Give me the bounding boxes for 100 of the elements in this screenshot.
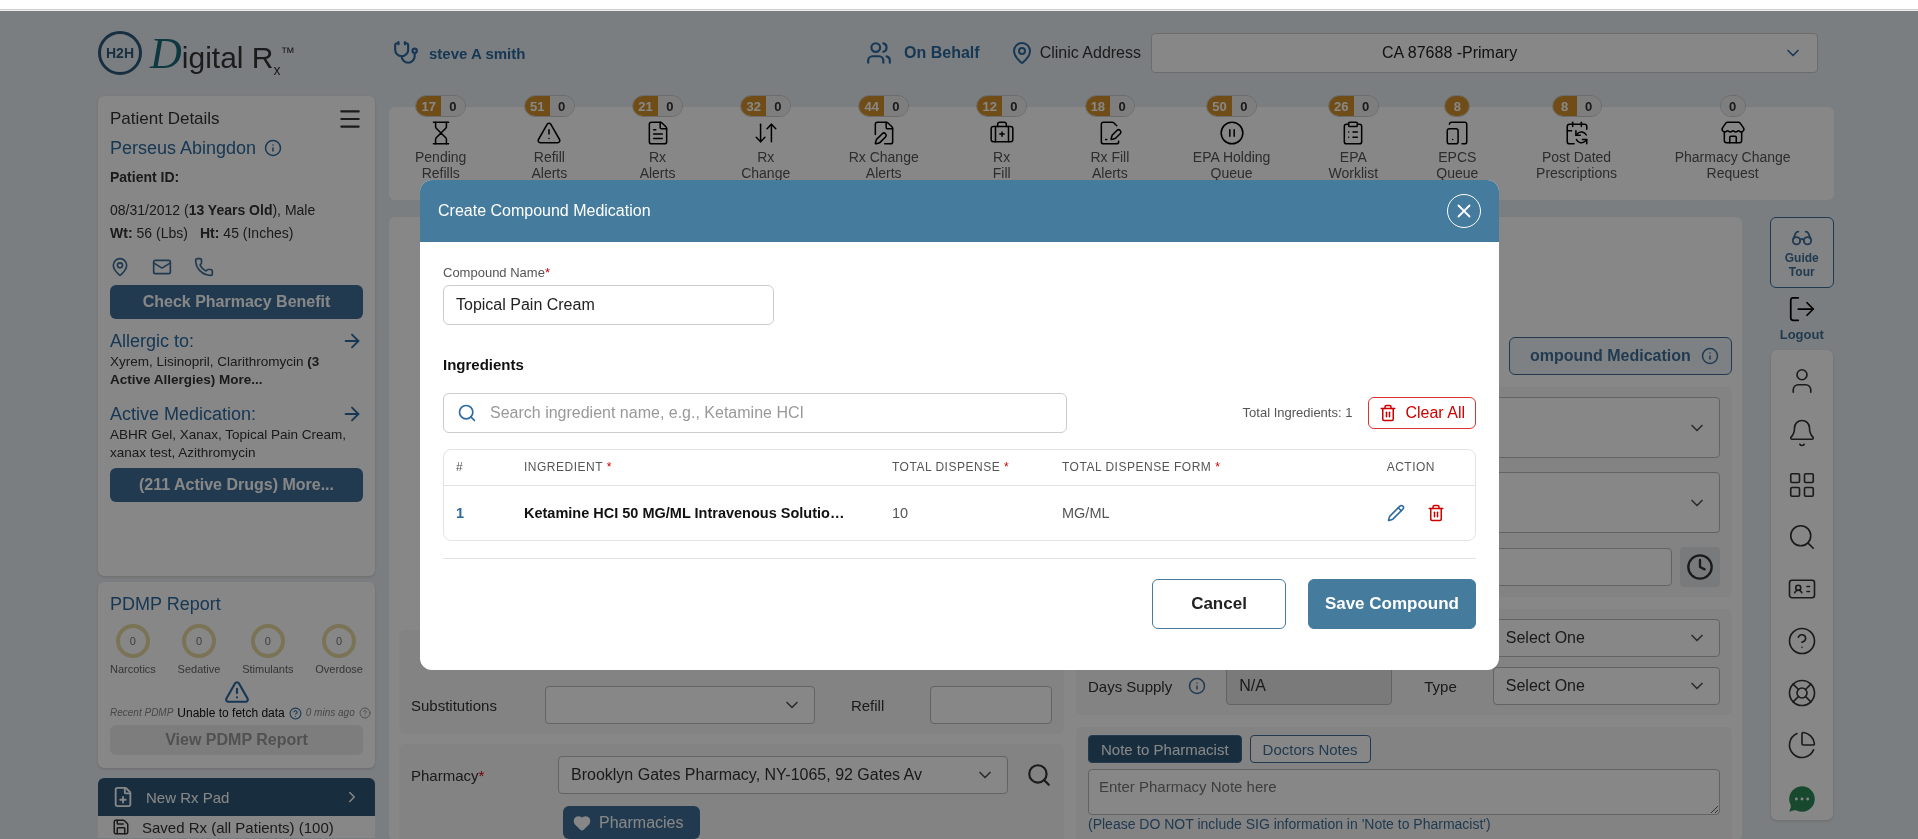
ingredient-search-field[interactable]: Search ingredient name, e.g., Ketamine HCI: [443, 392, 1067, 433]
info-icon: [1700, 347, 1719, 365]
help-icon[interactable]: [288, 706, 302, 720]
info-icon[interactable]: [1188, 677, 1207, 695]
patient-id-label: Patient ID:: [110, 168, 181, 188]
clinic-address-label: Clinic Address: [1039, 44, 1141, 62]
meter-ring: 0: [250, 624, 285, 659]
lifebuoy-icon[interactable]: [1786, 677, 1817, 708]
queue-item[interactable]: 18 0 Rx Fill Alerts: [1084, 95, 1136, 200]
meter-ring: 0: [182, 624, 216, 659]
queue-item[interactable]: 17 0 Pending Refills: [415, 95, 467, 200]
error-message: Unable to fetch data: [177, 705, 285, 722]
field-label: Substitutions: [411, 696, 498, 714]
compound-medication-button[interactable]: ompound Medication: [1508, 337, 1732, 375]
heart-icon: [573, 813, 591, 832]
clock-icon[interactable]: [1679, 547, 1720, 587]
search-icon[interactable]: [1026, 762, 1052, 788]
meter-ring: 0: [115, 624, 150, 659]
field-label: Compound Name*: [443, 264, 551, 282]
type-select[interactable]: Select One: [1492, 667, 1720, 705]
queue-item[interactable]: 50 0 EPA Holding Queue: [1192, 95, 1271, 200]
pharmacy-select[interactable]: Brooklyn Gates Pharmacy, NY-1065, 92 Gates Av: [558, 756, 1008, 794]
nav-item[interactable]: New Rx Pad: [98, 778, 375, 816]
calendar-icon: [1563, 120, 1590, 146]
queue-item[interactable]: 8 0 Post Dated Prescriptions: [1536, 95, 1617, 200]
trash-icon: [1379, 403, 1398, 422]
section-title: Ingredients: [443, 354, 525, 375]
height-value: 45 (Inches): [223, 224, 294, 243]
delete-button[interactable]: [1427, 503, 1445, 522]
phone-icon[interactable]: [194, 256, 214, 277]
check-benefit-button[interactable]: Check Pharmacy Benefit: [110, 284, 363, 319]
group-icon: [866, 40, 893, 66]
warning-icon: [223, 679, 250, 706]
info-icon[interactable]: [264, 139, 283, 158]
queue-item[interactable]: 8 EPCS Queue: [1436, 95, 1479, 200]
doctor-icon: [393, 40, 419, 66]
ingredient-total: Total Ingredients: 1: [1242, 404, 1353, 422]
pencil-icon: [1387, 503, 1405, 522]
field-label: Type: [1424, 677, 1457, 695]
on-behalf-link[interactable]: On Behalf: [904, 44, 980, 62]
dialog-title: Create Compound Medication: [438, 201, 651, 222]
meter-label: Overdose: [315, 662, 363, 678]
column-header: TOTAL DISPENSE FORM *: [1062, 460, 1222, 475]
help-icon: [358, 707, 371, 720]
clear-all-button[interactable]: Clear All: [1368, 396, 1476, 429]
warning-icon: [536, 120, 563, 146]
medication-list: ABHR Gel, Xanax, Topical Pain Cream, xanax test, Azithromycin: [110, 426, 363, 463]
queue-item[interactable]: 26 0 EPA Worklist: [1328, 95, 1379, 200]
field-label: Pharmacy*: [411, 766, 486, 784]
note-textarea[interactable]: Enter Pharmacy Note here: [1088, 769, 1720, 815]
section-title: Active Medication:: [110, 402, 257, 426]
notes-tab[interactable]: Doctors Notes: [1249, 735, 1371, 763]
meter-label: Sedative: [177, 662, 221, 678]
weight-label: Wt:: [110, 224, 133, 243]
compound-name-input[interactable]: Topical Pain Cream: [443, 284, 774, 325]
store-icon: [1719, 120, 1746, 146]
refill-input[interactable]: [930, 686, 1052, 724]
location-icon[interactable]: [110, 256, 130, 277]
active-drugs-button[interactable]: (211 Active Drugs) More...: [110, 468, 363, 503]
notes-tab[interactable]: Note to Pharmacist: [1088, 735, 1242, 763]
allergy-list: Xyrem, Lisinopril, Clarithromycin (3 Active Allergies) More...: [110, 353, 363, 390]
nav-item[interactable]: Saved Rx (all Patients) (100): [98, 816, 375, 838]
table-cell-text: MG/ML: [1062, 504, 1111, 521]
user-name: steve A smith: [429, 44, 526, 62]
save-icon: [112, 818, 130, 836]
queue-item[interactable]: 51 0 Refill Alerts: [524, 95, 575, 200]
queue-item[interactable]: 0 Pharmacy Change Request: [1674, 95, 1791, 200]
clinic-address-select[interactable]: CA 87688 -Primary: [1151, 33, 1818, 73]
file-plus-icon: [112, 786, 134, 808]
meter-label: Stimulants: [242, 662, 294, 678]
column-header: ACTION: [1386, 460, 1435, 475]
help-icon[interactable]: [1786, 625, 1817, 656]
section-title: Allergic to:: [110, 329, 195, 353]
card-title: Patient Details: [110, 107, 220, 130]
queue-item[interactable]: 21 0 Rx Alerts: [632, 95, 683, 200]
queue-item[interactable]: 32 0 Rx Change: [740, 95, 791, 200]
table-cell-text: 1: [456, 504, 466, 521]
column-header: INGREDIENT *: [524, 460, 613, 475]
save-compound-button[interactable]: Save Compound: [1307, 578, 1476, 629]
pie-chart-icon[interactable]: [1786, 729, 1817, 760]
queue-item[interactable]: 12 0 Rx Fill: [976, 95, 1027, 200]
pharmacies-button[interactable]: Pharmacies: [563, 806, 700, 839]
note-hint: (Please DO NOT include SIG information in 'Note to Pharmacist'): [1088, 815, 1492, 834]
queue-item[interactable]: 44 0 Rx Change Alerts: [848, 95, 919, 200]
card-title: PDMP Report: [110, 594, 221, 614]
logout-link[interactable]: Logout: [1779, 326, 1824, 344]
search-icon: [457, 402, 477, 423]
weight-value: 56 (Lbs): [136, 224, 188, 243]
trash-icon: [1427, 503, 1445, 522]
pause-icon: [1218, 120, 1245, 146]
table-cell-text: Ketamine HCI 50 MG/ML Intravenous Solutio…: [524, 504, 846, 521]
height-label: Ht:: [199, 224, 220, 243]
lookup-note: Recent PDMP: [110, 706, 174, 720]
edit-button[interactable]: [1387, 503, 1405, 522]
field-label: Days Supply: [1088, 677, 1173, 695]
column-header: #: [456, 460, 465, 475]
cancel-button[interactable]: Cancel: [1152, 578, 1286, 629]
patient-name: Perseus Abingdon: [110, 137, 257, 160]
table-cell-text: 10: [892, 504, 910, 521]
guide-tour-button[interactable]: Guide Tour: [1769, 217, 1834, 288]
